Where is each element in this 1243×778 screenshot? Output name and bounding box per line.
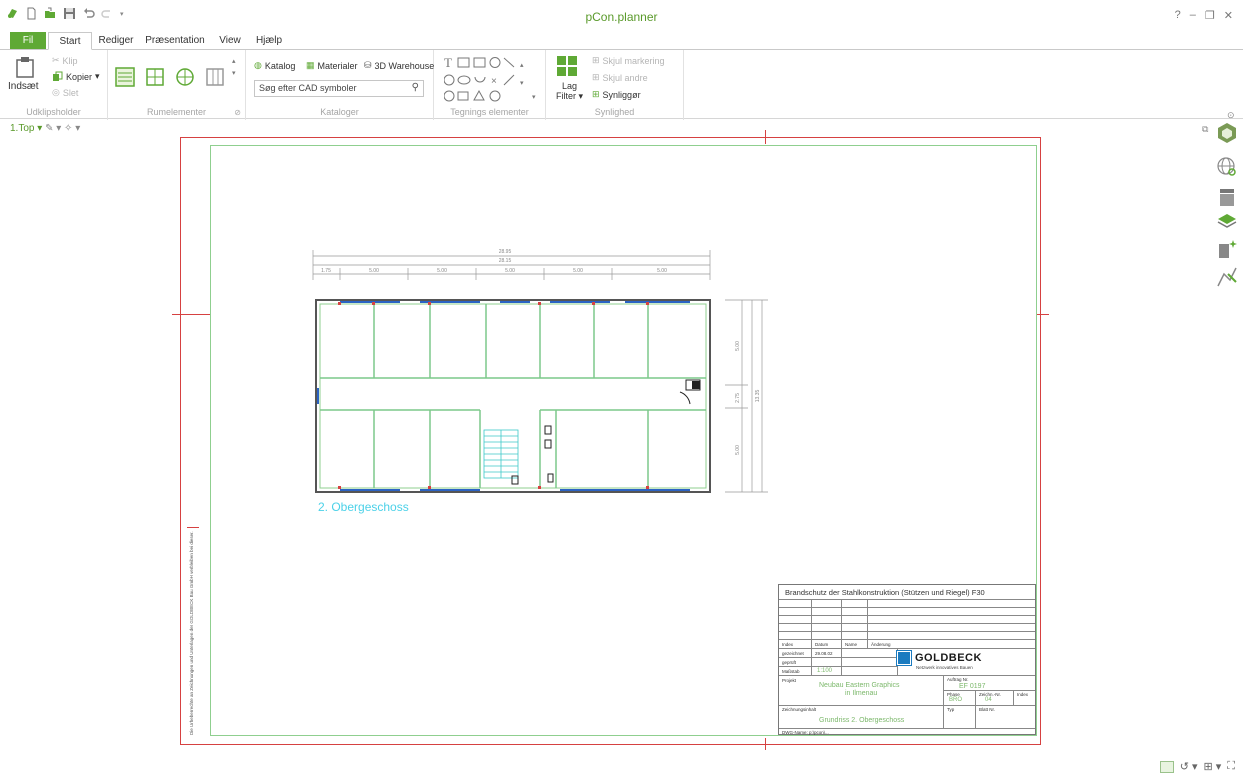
tb-type-label: Typ [947,707,955,712]
title-block: Brandschutz der Stahlkonstruktion (Stütz… [778,584,1036,735]
dim-overall-2: 28.15 [499,258,512,264]
measure-icon[interactable] [1216,266,1238,288]
goldbeck-mark-icon [896,650,912,666]
floor-plan: 28.95 28.15 1.75 5.00 5.00 5.00 5.00 5.0… [312,249,768,493]
grid-icon[interactable]: ⊞ ▾ [1204,760,1222,773]
dim-seg-2: 5.00 [437,268,447,274]
dim-side-3: 13.35 [755,390,761,403]
fullscreen-icon[interactable]: ⛶ [1227,760,1235,773]
tb-name-header: Name [845,642,858,647]
tb-project-name-2: in Ilmenau [845,690,878,697]
globe-search-icon[interactable] [1216,156,1238,178]
dim-seg-4: 5.00 [573,268,583,274]
tb-order-no: EF 0197 [959,683,986,690]
tb-index-header: Index [782,642,794,647]
building-new-icon[interactable] [1216,238,1238,260]
tb-checked-by: geprüft [782,660,797,665]
dim-seg-5: 5.00 [657,268,667,274]
tb-drawing-content: Grundriss 2. Obergeschoss [819,717,905,724]
tb-scale-label: Maßstab [782,669,800,674]
outer-walls [315,299,711,493]
dim-seg-0: 1.75 [321,268,331,274]
status-bar: ↺ ▾ ⊞ ▾ ⛶ [1159,760,1235,773]
floor-label: 2. Obergeschoss [318,500,409,514]
tb-content-label: Zeichnungsinhalt [782,707,817,712]
dim-seg-1: 5.00 [369,268,379,274]
staircase [483,429,519,479]
right-side-panel [1212,110,1243,750]
columns [338,302,649,489]
goldbeck-tagline: Netzwerk innovatives Bauen [916,665,973,670]
tb-date-header: Datum [815,642,829,647]
3d-view-icon[interactable] [1216,122,1238,144]
tb-drawn-by: gezeichnet [782,651,804,656]
tab-start[interactable]: Start [48,32,92,50]
tb-project-label: Projekt [782,678,797,683]
restore-view-icon[interactable]: ⧉ [1202,124,1208,135]
title-block-title: Brandschutz der Stahlkonstruktion (Stütz… [785,588,985,597]
tb-phase: BRO [949,697,963,703]
tb-sheet-label: Blatt Nr. [979,707,996,712]
snap-toggle-icon[interactable] [1159,760,1174,773]
lift-shaft [692,381,700,389]
dim-side-0: 5.00 [735,341,741,351]
tb-project-name-1: Neubau Eastern Graphics [819,682,900,689]
tb-change-header: Änderung [871,642,891,647]
layers-panel-icon[interactable] [1216,210,1238,232]
dim-overall-1: 28.95 [499,249,512,255]
dim-side-2: 5.00 [735,445,741,455]
archive-icon[interactable] [1216,186,1238,208]
dimension-chain-right [725,299,768,493]
magnet-icon[interactable]: ↺ ▾ [1180,760,1198,773]
tb-date: 29.08.02 [815,651,833,656]
tb-order-label: Auftrag Nr. [947,677,969,682]
dimension-chain-top [312,250,711,280]
tb-index2-header: Index [1017,692,1029,697]
dim-side-1: 2.75 [735,393,741,403]
tb-dwg-name: DWG-Name: p:\pcon\... [782,730,829,735]
tb-drawing-no: 04 [985,697,992,703]
goldbeck-wordmark: GOLDBECK [915,652,982,664]
dim-seg-3: 5.00 [505,268,515,274]
tb-scale: 1:100 [817,668,833,674]
